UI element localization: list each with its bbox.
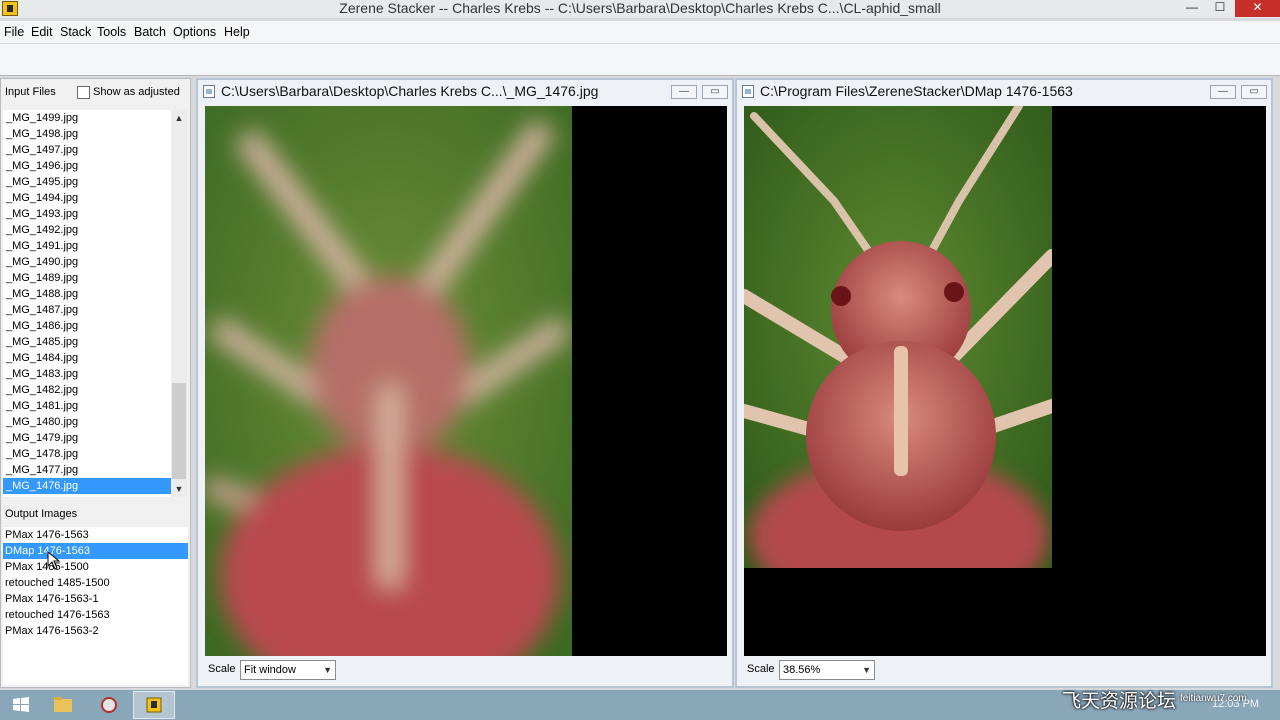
- dmap-window-title: C:\Program Files\ZereneStacker\DMap 1476…: [760, 83, 1073, 99]
- list-item[interactable]: _MG_1496.jpg: [3, 158, 171, 174]
- show-adjusted-checkbox[interactable]: [77, 86, 90, 99]
- menu-file[interactable]: File: [4, 25, 24, 39]
- scale-value: Fit window: [244, 664, 296, 676]
- list-item[interactable]: _MG_1488.jpg: [3, 286, 171, 302]
- close-icon[interactable]: ✕: [1235, 0, 1280, 17]
- list-item[interactable]: PMax 1485-1500: [3, 559, 188, 575]
- input-file-list[interactable]: _MG_1499.jpg _MG_1498.jpg _MG_1497.jpg _…: [3, 110, 171, 497]
- scale-value: 38.56%: [783, 664, 821, 676]
- blurred-aphid-image: [205, 106, 572, 656]
- show-adjusted-label: Show as adjusted: [93, 86, 180, 98]
- watermark-text: 飞天资源论坛: [1062, 691, 1177, 712]
- scale-label: Scale: [747, 663, 775, 675]
- scroll-up-icon[interactable]: ▲: [171, 110, 187, 126]
- scale-select[interactable]: Fit window ▼: [240, 660, 336, 680]
- list-item[interactable]: _MG_1497.jpg: [3, 142, 171, 158]
- mouse-cursor-icon: [47, 551, 61, 570]
- list-item[interactable]: PMax 1476-1563-1: [3, 591, 188, 607]
- toolbar-area: [0, 43, 1280, 76]
- scroll-thumb[interactable]: [172, 383, 186, 479]
- list-item[interactable]: _MG_1483.jpg: [3, 366, 171, 382]
- source-image-canvas[interactable]: [205, 106, 727, 656]
- list-item[interactable]: _MG_1485.jpg: [3, 334, 171, 350]
- minimize-icon[interactable]: —: [671, 85, 697, 99]
- menu-edit[interactable]: Edit: [31, 25, 53, 39]
- window-title: Zerene Stacker -- Charles Krebs -- C:\Us…: [339, 0, 941, 16]
- window-icon: [742, 85, 754, 98]
- menu-help[interactable]: Help: [224, 25, 250, 39]
- watermark-url: feitianwu7.com: [1180, 693, 1247, 704]
- title-bar: Zerene Stacker -- Charles Krebs -- C:\Us…: [0, 0, 1280, 18]
- chevron-down-icon: ▼: [323, 665, 332, 675]
- list-item[interactable]: _MG_1479.jpg: [3, 430, 171, 446]
- sharp-aphid-image: [744, 106, 1059, 616]
- dmap-window-titlebar[interactable]: C:\Program Files\ZereneStacker\DMap 1476…: [737, 80, 1271, 104]
- list-item-selected[interactable]: _MG_1476.jpg: [3, 478, 171, 494]
- menu-bar: File Edit Stack Tools Batch Options Help: [0, 21, 1280, 43]
- source-window-title: C:\Users\Barbara\Desktop\Charles Krebs C…: [221, 83, 599, 99]
- list-item[interactable]: _MG_1494.jpg: [3, 190, 171, 206]
- list-item[interactable]: _MG_1491.jpg: [3, 238, 171, 254]
- folder-icon: [54, 697, 72, 712]
- restore-icon[interactable]: ▭: [702, 85, 728, 99]
- list-item[interactable]: _MG_1482.jpg: [3, 382, 171, 398]
- taskbar-app[interactable]: [88, 691, 130, 719]
- windows-logo-icon: [13, 697, 29, 712]
- list-item[interactable]: retouched 1485-1500: [3, 575, 188, 591]
- dmap-image-window[interactable]: C:\Program Files\ZereneStacker\DMap 1476…: [735, 78, 1273, 688]
- zerene-icon: [146, 697, 162, 713]
- list-item[interactable]: _MG_1486.jpg: [3, 318, 171, 334]
- app-icon: [101, 697, 117, 713]
- list-item[interactable]: _MG_1480.jpg: [3, 414, 171, 430]
- list-item[interactable]: _MG_1484.jpg: [3, 350, 171, 366]
- source-image-window[interactable]: C:\Users\Barbara\Desktop\Charles Krebs C…: [196, 78, 734, 688]
- list-item[interactable]: _MG_1490.jpg: [3, 254, 171, 270]
- list-item[interactable]: _MG_1498.jpg: [3, 126, 171, 142]
- taskbar-explorer[interactable]: [42, 691, 84, 719]
- scale-select[interactable]: 38.56% ▼: [779, 660, 875, 680]
- menu-tools[interactable]: Tools: [97, 25, 126, 39]
- chevron-down-icon: ▼: [862, 665, 871, 675]
- scroll-down-icon[interactable]: ▼: [171, 481, 187, 497]
- list-item[interactable]: PMax 1476-1563: [3, 527, 188, 543]
- menu-options[interactable]: Options: [173, 25, 216, 39]
- list-item[interactable]: _MG_1495.jpg: [3, 174, 171, 190]
- menu-batch[interactable]: Batch: [134, 25, 166, 39]
- restore-icon[interactable]: ▭: [1241, 85, 1267, 99]
- menu-stack[interactable]: Stack: [60, 25, 91, 39]
- maximize-icon[interactable]: ☐: [1206, 0, 1234, 17]
- list-item[interactable]: retouched 1476-1563: [3, 607, 188, 623]
- list-item[interactable]: PMax 1476-1563-2: [3, 623, 188, 639]
- list-item-selected[interactable]: DMap 1476-1563: [3, 543, 188, 559]
- file-list-scrollbar[interactable]: ▲ ▼: [171, 110, 187, 497]
- list-item[interactable]: _MG_1493.jpg: [3, 206, 171, 222]
- dmap-image-canvas[interactable]: [744, 106, 1266, 656]
- list-item[interactable]: _MG_1489.jpg: [3, 270, 171, 286]
- minimize-icon[interactable]: —: [1210, 85, 1236, 99]
- list-item[interactable]: _MG_1499.jpg: [3, 110, 171, 126]
- taskbar-zerene[interactable]: [133, 691, 175, 719]
- minimize-icon[interactable]: —: [1178, 0, 1206, 17]
- list-item[interactable]: _MG_1477.jpg: [3, 462, 171, 478]
- list-item[interactable]: _MG_1478.jpg: [3, 446, 171, 462]
- list-item[interactable]: _MG_1481.jpg: [3, 398, 171, 414]
- source-window-titlebar[interactable]: C:\Users\Barbara\Desktop\Charles Krebs C…: [198, 80, 732, 104]
- output-image-list[interactable]: PMax 1476-1563 DMap 1476-1563 PMax 1485-…: [3, 527, 188, 685]
- scale-label: Scale: [208, 663, 236, 675]
- input-files-label: Input Files: [5, 86, 56, 98]
- window-icon: [203, 85, 215, 98]
- list-item[interactable]: _MG_1487.jpg: [3, 302, 171, 318]
- list-item[interactable]: _MG_1492.jpg: [3, 222, 171, 238]
- start-button[interactable]: [0, 691, 42, 719]
- output-images-label: Output Images: [5, 508, 78, 520]
